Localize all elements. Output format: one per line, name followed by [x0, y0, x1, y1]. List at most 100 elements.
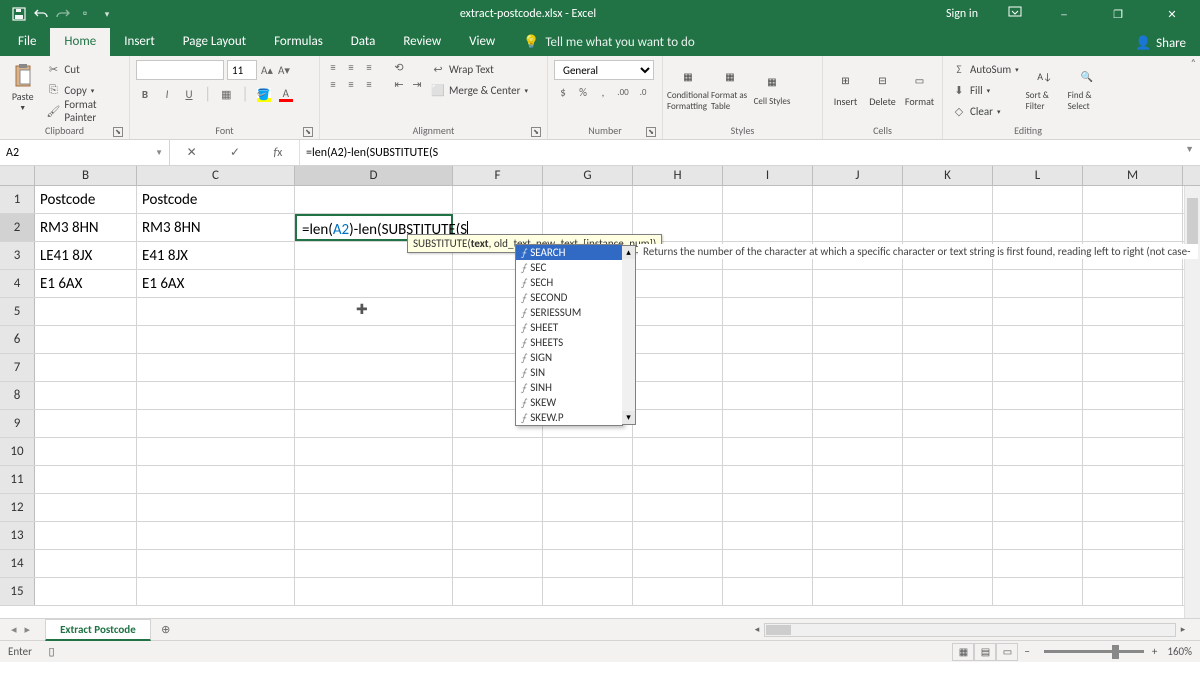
- autocomplete-item-search[interactable]: ⨍SEARCH: [516, 245, 622, 260]
- cell-J11[interactable]: [813, 466, 903, 493]
- cell-I10[interactable]: [723, 438, 813, 465]
- expand-formula-bar-icon[interactable]: ▼: [1179, 140, 1200, 165]
- zoom-in-button[interactable]: +: [1152, 645, 1157, 658]
- tab-page-layout[interactable]: Page Layout: [169, 28, 260, 56]
- cell-K15[interactable]: [903, 578, 993, 605]
- autocomplete-item-sheets[interactable]: ⨍SHEETS: [516, 335, 622, 350]
- cell-F15[interactable]: [453, 578, 543, 605]
- cell-C10[interactable]: [137, 438, 295, 465]
- restore-button[interactable]: ❐: [1098, 0, 1138, 28]
- cell-M2[interactable]: [1083, 214, 1183, 241]
- cell-J5[interactable]: [813, 298, 903, 325]
- format-as-table-button[interactable]: ▦Format as Table: [711, 58, 749, 118]
- row-header-12[interactable]: 12: [0, 494, 35, 521]
- cell-J4[interactable]: [813, 270, 903, 297]
- cell-I15[interactable]: [723, 578, 813, 605]
- formula-bar-input[interactable]: =len(A2)-len(SUBSTITUTE(S: [300, 140, 1179, 165]
- cell-H13[interactable]: [633, 522, 723, 549]
- cell-B13[interactable]: [35, 522, 137, 549]
- horizontal-scrollbar[interactable]: ◂ ▸: [750, 623, 1190, 637]
- cell-H14[interactable]: [633, 550, 723, 577]
- macro-record-icon[interactable]: ▯: [48, 645, 54, 658]
- cell-H1[interactable]: [633, 186, 723, 213]
- insert-cells-button[interactable]: ⊞Insert: [829, 58, 862, 118]
- cell-I5[interactable]: [723, 298, 813, 325]
- row-header-10[interactable]: 10: [0, 438, 35, 465]
- cell-J2[interactable]: [813, 214, 903, 241]
- cell-K14[interactable]: [903, 550, 993, 577]
- cell-F14[interactable]: [453, 550, 543, 577]
- cancel-formula-button[interactable]: ✕: [181, 142, 203, 163]
- cell-D7[interactable]: [295, 354, 453, 381]
- cell-H7[interactable]: [633, 354, 723, 381]
- conditional-formatting-button[interactable]: ▦Conditional Formatting: [669, 58, 707, 118]
- align-left-icon[interactable]: ≡: [326, 77, 340, 91]
- autosum-button[interactable]: ΣAutoSum ▾: [949, 60, 1022, 78]
- autocomplete-item-seriessum[interactable]: ⨍SERIESSUM: [516, 305, 622, 320]
- new-sheet-button[interactable]: ⊕: [155, 621, 177, 639]
- cell-C6[interactable]: [137, 326, 295, 353]
- cell-H9[interactable]: [633, 410, 723, 437]
- cell-B8[interactable]: [35, 382, 137, 409]
- cell-M10[interactable]: [1083, 438, 1183, 465]
- cell-D4[interactable]: [295, 270, 453, 297]
- format-cells-button[interactable]: ▭Format: [903, 58, 936, 118]
- cell-B4[interactable]: E1 6AX: [35, 270, 137, 297]
- cell-M11[interactable]: [1083, 466, 1183, 493]
- clear-button[interactable]: ◇Clear ▾: [949, 102, 1022, 120]
- cell-G1[interactable]: [543, 186, 633, 213]
- column-header-L[interactable]: L: [993, 166, 1083, 185]
- alignment-launcher[interactable]: ⬊: [531, 127, 541, 137]
- autocomplete-item-sign[interactable]: ⨍SIGN: [516, 350, 622, 365]
- cell-H11[interactable]: [633, 466, 723, 493]
- cell-C13[interactable]: [137, 522, 295, 549]
- cell-G13[interactable]: [543, 522, 633, 549]
- row-header-15[interactable]: 15: [0, 578, 35, 605]
- cell-I14[interactable]: [723, 550, 813, 577]
- cell-D11[interactable]: [295, 466, 453, 493]
- cell-D12[interactable]: [295, 494, 453, 521]
- cell-L5[interactable]: [993, 298, 1083, 325]
- format-painter-button[interactable]: 🖌Format Painter: [43, 102, 123, 120]
- cell-C3[interactable]: E41 8JX: [137, 242, 295, 269]
- align-bottom-icon[interactable]: ≡: [362, 60, 376, 74]
- cell-L1[interactable]: [993, 186, 1083, 213]
- qat-customize[interactable]: ▾: [96, 0, 118, 28]
- cell-B11[interactable]: [35, 466, 137, 493]
- cell-B2[interactable]: RM3 8HN: [35, 214, 137, 241]
- column-header-H[interactable]: H: [633, 166, 723, 185]
- cell-L15[interactable]: [993, 578, 1083, 605]
- page-layout-view-button[interactable]: ▤: [974, 643, 996, 661]
- cell-L13[interactable]: [993, 522, 1083, 549]
- fill-button[interactable]: ⬇Fill ▾: [949, 81, 1022, 99]
- cell-C8[interactable]: [137, 382, 295, 409]
- save-button[interactable]: [8, 0, 30, 28]
- row-header-8[interactable]: 8: [0, 382, 35, 409]
- cell-L14[interactable]: [993, 550, 1083, 577]
- row-header-3[interactable]: 3: [0, 242, 35, 269]
- column-header-J[interactable]: J: [813, 166, 903, 185]
- cell-F11[interactable]: [453, 466, 543, 493]
- column-header-F[interactable]: F: [453, 166, 543, 185]
- autocomplete-item-sech[interactable]: ⨍SECH: [516, 275, 622, 290]
- cell-J13[interactable]: [813, 522, 903, 549]
- cell-K5[interactable]: [903, 298, 993, 325]
- cell-L4[interactable]: [993, 270, 1083, 297]
- tell-me-search[interactable]: 💡 Tell me what you want to do: [509, 29, 709, 56]
- sort-filter-button[interactable]: A↓Sort & Filter: [1026, 58, 1064, 118]
- cell-B15[interactable]: [35, 578, 137, 605]
- tab-formulas[interactable]: Formulas: [260, 28, 337, 56]
- cell-K7[interactable]: [903, 354, 993, 381]
- cell-M7[interactable]: [1083, 354, 1183, 381]
- cell-L11[interactable]: [993, 466, 1083, 493]
- cell-H4[interactable]: [633, 270, 723, 297]
- cell-D5[interactable]: [295, 298, 453, 325]
- autocomplete-item-second[interactable]: ⨍SECOND: [516, 290, 622, 305]
- cell-M5[interactable]: [1083, 298, 1183, 325]
- cell-B7[interactable]: [35, 354, 137, 381]
- column-header-D[interactable]: D: [295, 166, 453, 185]
- font-color-button[interactable]: A: [279, 88, 293, 102]
- italic-button[interactable]: I: [160, 88, 174, 102]
- cell-D13[interactable]: [295, 522, 453, 549]
- row-header-7[interactable]: 7: [0, 354, 35, 381]
